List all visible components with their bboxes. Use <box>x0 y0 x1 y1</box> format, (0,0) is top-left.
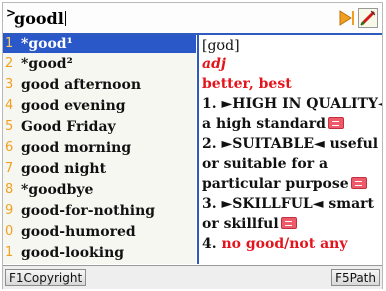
example-tag-icon[interactable] <box>350 177 367 189</box>
pen-edit-icon[interactable] <box>358 8 378 28</box>
list-item-word: good-looking <box>21 245 125 261</box>
search-input[interactable]: goodl <box>14 9 66 28</box>
sense-2-text: particular purpose <box>202 176 349 192</box>
sense-4-number: 4. <box>202 236 222 252</box>
list-item-number: 7 <box>5 161 14 176</box>
list-item-number: 6 <box>5 140 14 155</box>
list-item-number: 0 <box>5 224 14 239</box>
sense-2-definition-a: or suitable for a <box>202 156 329 172</box>
list-item[interactable]: 1 good-looking <box>3 244 196 262</box>
list-item-number: 1 <box>5 245 14 260</box>
sense-4-phrase: no good/not any <box>221 236 348 252</box>
list-item-word: *goodbye <box>21 182 94 198</box>
status-bar: F1Copyright F5Path <box>3 265 382 289</box>
list-item-word: good morning <box>21 140 132 156</box>
list-item[interactable]: 9 good-for-nothing <box>3 202 196 220</box>
list-item[interactable]: 4 good evening <box>3 97 196 115</box>
copyright-key-button[interactable]: F1Copyright <box>5 269 87 286</box>
play-triangle-icon[interactable] <box>336 8 356 28</box>
sense-3-text: or skillful <box>202 216 279 232</box>
list-item[interactable]: 8 *goodbye <box>3 181 196 199</box>
list-item-number: 4 <box>5 98 14 113</box>
list-item[interactable]: 6 good morning <box>3 139 196 157</box>
list-item[interactable]: 0 good-humored <box>3 223 196 241</box>
sense-3-definition: or skillful <box>202 215 297 233</box>
search-bar[interactable]: > goodl <box>3 3 382 35</box>
list-item-number: 5 <box>5 119 14 134</box>
list-item-word: good afternoon <box>21 77 142 93</box>
text-cursor <box>64 11 66 26</box>
example-tag-icon[interactable] <box>280 217 297 229</box>
list-item-number: 3 <box>5 77 14 92</box>
list-item[interactable]: 1 *good¹ <box>3 35 196 53</box>
list-item-number: 9 <box>5 203 14 218</box>
list-item[interactable]: 5 Good Friday <box>3 118 196 136</box>
sense-3-heading: 3. ►SKILLFUL◄ smart <box>202 196 375 212</box>
pane-divider[interactable] <box>197 35 199 264</box>
list-item-word: good night <box>21 161 107 177</box>
list-item-number: 1 <box>5 36 14 51</box>
sense-1-text: a high standard <box>202 116 326 132</box>
sense-4-heading: 4. no good/not any <box>202 235 348 253</box>
example-tag-icon[interactable] <box>327 117 344 129</box>
list-item-word: *good² <box>21 56 73 72</box>
list-item[interactable]: 2 *good² <box>3 55 196 73</box>
definition-pane: [gʊd] adj better, best 1. ►HIGH IN QUALI… <box>200 35 382 264</box>
pronunciation: [gʊd] <box>202 38 240 54</box>
list-item-number: 2 <box>5 56 14 71</box>
sense-1-heading: 1. ►HIGH IN QUALITY◄ of <box>202 96 382 112</box>
path-key-button[interactable]: F5Path <box>331 269 380 286</box>
list-item-word: good evening <box>21 98 126 114</box>
list-item[interactable]: 7 good night <box>3 160 196 178</box>
list-item-word: good-humored <box>21 224 136 240</box>
list-item-word: good-for-nothing <box>21 203 156 219</box>
dictionary-window: > goodl 1 *good¹ 2 *good² 3 good afterno… <box>2 2 383 289</box>
sense-1-definition: a high standard <box>202 115 344 133</box>
list-item-word: Good Friday <box>21 119 116 135</box>
part-of-speech: adj <box>202 56 226 72</box>
search-query[interactable]: goodl <box>14 9 64 28</box>
list-item[interactable]: 3 good afternoon <box>3 76 196 94</box>
sense-2-definition-b: particular purpose <box>202 175 367 193</box>
inflected-forms: better, best <box>202 76 292 92</box>
list-item-number: 8 <box>5 182 14 197</box>
word-list: 1 *good¹ 2 *good² 3 good afternoon 4 goo… <box>3 35 196 264</box>
list-item-word: *good¹ <box>21 36 73 52</box>
sense-2-heading: 2. ►SUITABLE◄ useful <box>202 136 379 152</box>
